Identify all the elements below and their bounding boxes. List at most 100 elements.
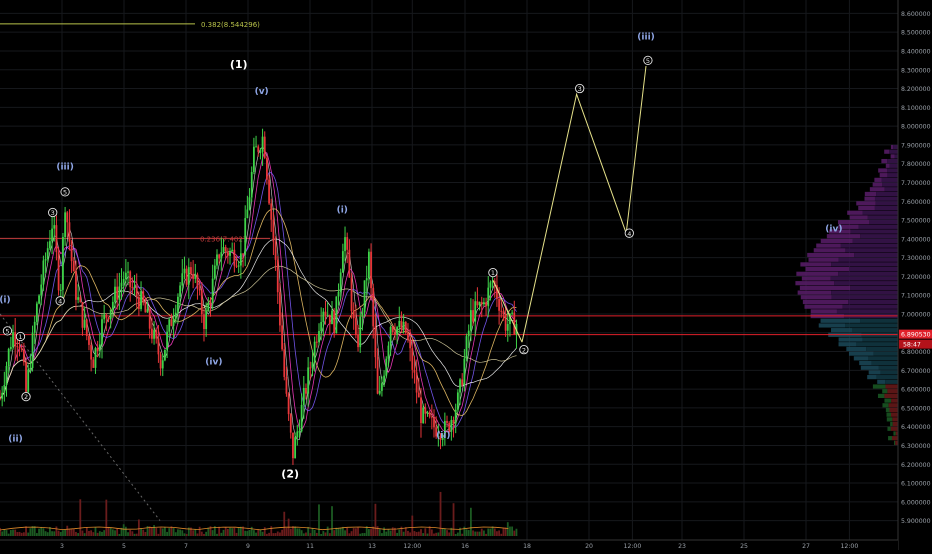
candle-body — [281, 325, 283, 350]
candle-body — [359, 316, 362, 348]
volume-bar — [504, 527, 507, 536]
volume-profile-row — [881, 177, 898, 182]
candle-body — [231, 249, 234, 251]
volume-bar — [53, 531, 56, 536]
volume-profile-row — [831, 290, 898, 295]
candle-body — [181, 273, 184, 286]
volume-bar — [292, 526, 294, 536]
candle-body — [394, 331, 396, 336]
price-tick-label: 6.800000 — [901, 349, 931, 356]
circled-wave-number: 4 — [58, 297, 62, 305]
candle-body — [428, 412, 431, 417]
volume-profile-row — [854, 252, 898, 258]
candle-body — [35, 303, 38, 322]
volume-bar — [281, 529, 283, 536]
candle-body — [239, 253, 242, 266]
candle-body — [114, 286, 116, 302]
volume-bar — [5, 530, 8, 536]
candle-body — [389, 326, 392, 346]
volume-bar — [205, 531, 208, 536]
candle-body — [504, 314, 507, 331]
candle-body — [396, 327, 399, 336]
volume-bar — [437, 532, 440, 536]
volume-bar — [276, 531, 279, 536]
candle-body — [333, 310, 336, 334]
volume-bar — [476, 531, 479, 536]
volume-profile-row — [856, 342, 898, 347]
candle-body — [357, 334, 359, 348]
candle-body — [339, 272, 342, 292]
chart-area[interactable]: 0.382(8.544296)0.236(7.4027 (1)(v)(iii)(… — [0, 0, 932, 550]
volume-bar — [168, 528, 171, 536]
volume-profile-row — [858, 205, 875, 211]
volume-bar — [224, 526, 227, 536]
volume-bar — [59, 532, 62, 536]
volume-profile-row — [860, 365, 879, 370]
volume-bar — [29, 528, 32, 536]
candle-body — [259, 151, 262, 153]
volume-bar — [144, 531, 147, 536]
candle-body — [75, 271, 77, 300]
volume-profile-row — [889, 407, 898, 413]
volume-bar — [75, 531, 77, 536]
candle-body — [511, 312, 514, 314]
candle-body — [263, 136, 266, 158]
volume-bar — [55, 526, 58, 536]
volume-bar — [324, 532, 327, 536]
candle-body — [244, 218, 247, 255]
candle-body — [292, 432, 294, 459]
volume-profile-row — [893, 431, 896, 436]
volume-bar — [441, 528, 444, 536]
volume-profile-row — [876, 191, 898, 197]
candle-body — [502, 311, 505, 315]
volume-bar — [298, 528, 301, 536]
volume-bar — [174, 532, 177, 536]
volume-bar — [328, 533, 331, 536]
candle-body — [85, 319, 88, 337]
volume-profile-row — [862, 210, 898, 215]
volume-profile-row — [877, 379, 886, 384]
candle-body — [268, 179, 270, 204]
volume-bar — [231, 528, 234, 536]
candle-body — [146, 309, 149, 313]
candle-body — [83, 319, 86, 328]
price-chart[interactable]: 0.382(8.544296)0.236(7.4027 (1)(v)(iii)(… — [0, 0, 932, 550]
candle-body — [1, 392, 4, 399]
volume-bar — [94, 526, 97, 536]
volume-bar — [107, 526, 110, 536]
volume-profile-row — [818, 323, 846, 328]
candle-body — [424, 407, 427, 414]
time-axis-background — [0, 540, 898, 550]
volume-profile-row — [867, 215, 898, 220]
volume-bar — [122, 524, 125, 536]
volume-bar — [341, 526, 344, 536]
volume-bar — [309, 533, 312, 536]
candle-body — [309, 367, 312, 369]
volume-bar — [496, 531, 498, 536]
candle-body — [105, 314, 108, 318]
candle-body — [174, 312, 177, 320]
time-tick-label: 12:00 — [403, 543, 421, 550]
volume-bar — [140, 528, 142, 536]
volume-profile-row — [885, 384, 898, 389]
volume-profile-row — [882, 403, 889, 408]
volume-profile-row — [876, 375, 898, 380]
time-tick-label: 5 — [122, 543, 126, 550]
price-tick-label: 8.500000 — [901, 30, 931, 37]
volume-bar — [266, 533, 268, 536]
candle-body — [122, 278, 125, 283]
volume-profile-row — [887, 426, 891, 431]
volume-bar — [422, 533, 425, 536]
volume-bar — [417, 531, 420, 536]
circled-wave-number: 1 — [491, 269, 495, 277]
candle-body — [272, 219, 275, 242]
volume-bar — [515, 528, 518, 536]
price-tick-label: 7.700000 — [901, 180, 931, 187]
candle-body — [337, 291, 340, 297]
candle-body — [70, 241, 73, 262]
price-tick-label: 6.500000 — [901, 405, 931, 412]
candle-body — [426, 412, 429, 414]
volume-bar — [244, 530, 247, 536]
wave-label: (2) — [281, 467, 299, 480]
volume-bar — [296, 528, 299, 536]
